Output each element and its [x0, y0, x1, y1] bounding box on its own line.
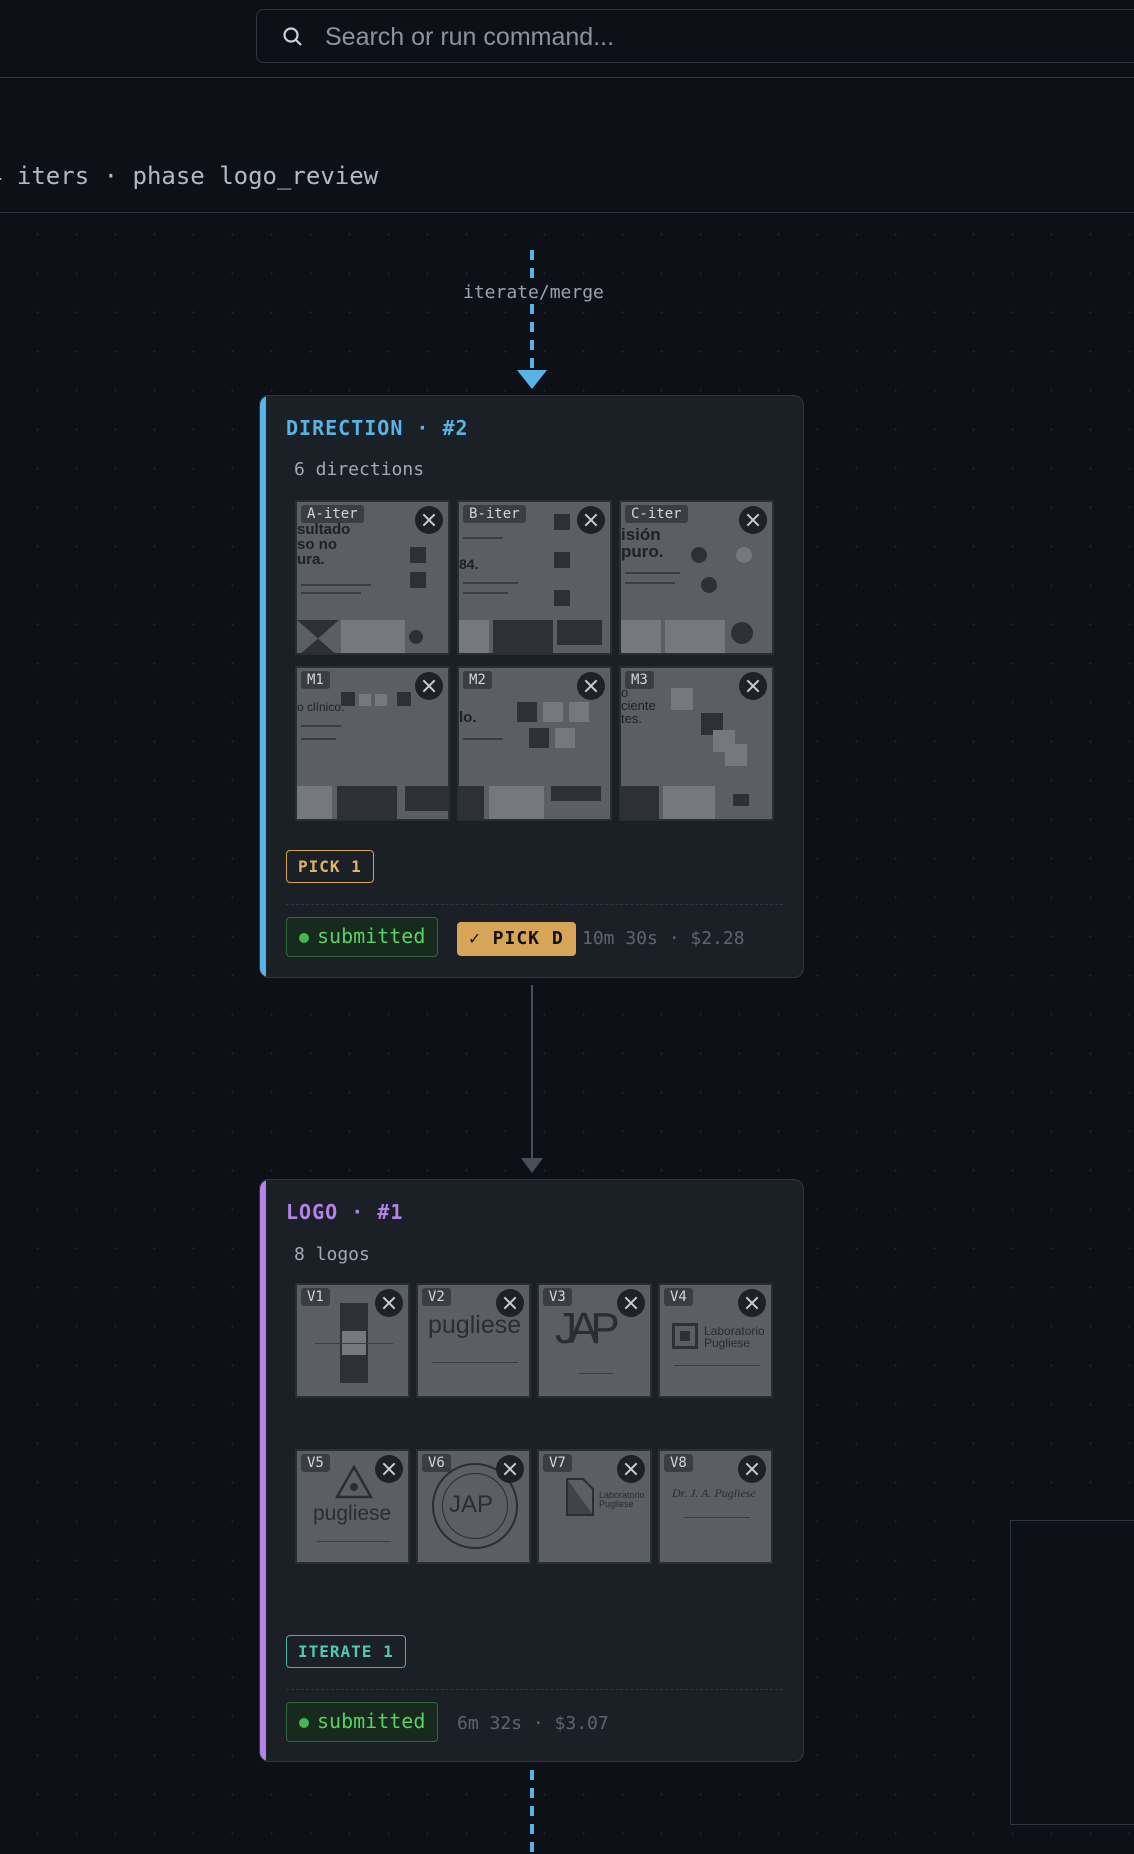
thumb-label: M3 [625, 671, 654, 689]
logo-thumb[interactable]: pugliese V5 [295, 1449, 410, 1564]
logo-card[interactable]: LOGO · #1 8 logos V1 pugliese V2 JAP V3 … [259, 1179, 804, 1762]
close-icon[interactable] [415, 672, 443, 700]
direction-card-subtitle: 6 directions [294, 459, 425, 480]
logo-thumb[interactable]: V1 [295, 1283, 410, 1398]
edge-label: iterate/merge [461, 282, 606, 303]
top-edge-arrowhead [517, 370, 547, 389]
thumb-preview-text: lo. [459, 709, 477, 726]
card-divider [286, 1689, 783, 1690]
card-meta: 6m 32s · $3.07 [457, 1713, 609, 1734]
close-icon[interactable] [415, 506, 443, 534]
thumb-preview-text: JAP [449, 1491, 494, 1518]
logo-thumb[interactable]: Laboratorio Pugliese V4 [658, 1283, 773, 1398]
iterate-count-badge: ITERATE 1 [286, 1635, 406, 1668]
status-badge: submitted [286, 917, 439, 957]
logo-thumb[interactable]: Laboratorio Pugliese V7 [537, 1449, 652, 1564]
thumb-label: V7 [543, 1454, 572, 1472]
direction-card-title: DIRECTION · #2 [286, 416, 469, 440]
logo-card-title: LOGO · #1 [286, 1200, 404, 1224]
thumb-preview-text: Laboratorio Pugliese [599, 1490, 645, 1509]
thumb-preview-text: Dr. J. A. Pugliese [672, 1486, 756, 1500]
thumb-label: A-iter [301, 505, 364, 523]
thumb-label: V1 [301, 1288, 330, 1306]
thumb-preview-text: o clínico. [297, 700, 345, 714]
logo-accent-bar [260, 1180, 266, 1761]
thumb-label: C-iter [625, 505, 688, 523]
logo-card-subtitle: 8 logos [294, 1244, 370, 1265]
direction-accent-bar [260, 396, 266, 977]
close-icon[interactable] [577, 672, 605, 700]
close-icon[interactable] [739, 506, 767, 534]
thumb-preview-text: o ciente tes. [621, 685, 656, 726]
close-icon[interactable] [496, 1455, 524, 1483]
status-badge: submitted [286, 1702, 439, 1742]
card-meta: 10m 30s · $2.28 [582, 928, 745, 949]
thumb-preview-text: Laboratorio Pugliese [704, 1324, 765, 1350]
picked-direction-badge[interactable]: ✓ PICK D [457, 922, 576, 956]
thumb-label: V3 [543, 1288, 572, 1306]
close-icon[interactable] [375, 1289, 403, 1317]
direction-thumb[interactable]: isión puro. C-iter [619, 500, 774, 655]
pick-count-badge: PICK 1 [286, 850, 374, 883]
thumb-preview-text: 84. [459, 556, 479, 572]
thumb-preview-text: isión puro. [621, 525, 664, 561]
logo-thumb[interactable]: JAP V6 [416, 1449, 531, 1564]
triangle-mark-icon [335, 1465, 373, 1499]
thumb-preview-text: JAP [555, 1304, 620, 1353]
close-icon[interactable] [617, 1289, 645, 1317]
close-icon[interactable] [617, 1455, 645, 1483]
folded-page-icon [566, 1478, 594, 1516]
close-icon[interactable] [496, 1289, 524, 1317]
logo-thumb[interactable]: pugliese V2 [416, 1283, 531, 1398]
direction-card[interactable]: DIRECTION · #2 6 directions sultado so n… [259, 395, 804, 978]
direction-thumb[interactable]: o clínico. M1 [295, 666, 450, 821]
direction-thumb[interactable]: o ciente tes. M3 [619, 666, 774, 821]
thumb-label: V5 [301, 1454, 330, 1472]
logo-thumb[interactable]: Dr. J. A. Pugliese V8 [658, 1449, 773, 1564]
direction-thumb[interactable]: 84. B-iter [457, 500, 612, 655]
thumb-label: M1 [301, 671, 330, 689]
thumb-label: V6 [422, 1454, 451, 1472]
side-panel [1010, 1520, 1134, 1825]
close-icon[interactable] [577, 506, 605, 534]
middle-edge-arrowhead [521, 1158, 543, 1173]
thumb-label: V2 [422, 1288, 451, 1306]
logo-thumb[interactable]: JAP V3 [537, 1283, 652, 1398]
thumb-label: M2 [463, 671, 492, 689]
direction-thumb[interactable]: lo. M2 [457, 666, 612, 821]
close-icon[interactable] [739, 672, 767, 700]
thumb-preview-text: pugliese [313, 1502, 392, 1525]
close-icon[interactable] [738, 1455, 766, 1483]
thumb-label: V4 [664, 1288, 693, 1306]
close-icon[interactable] [738, 1289, 766, 1317]
thumb-label: B-iter [463, 505, 526, 523]
thumb-preview-text: sultado so no ura. [297, 521, 351, 568]
close-icon[interactable] [375, 1455, 403, 1483]
card-divider [286, 904, 783, 905]
direction-thumb[interactable]: sultado so no ura. A-iter [295, 500, 450, 655]
thumb-label: V8 [664, 1454, 693, 1472]
